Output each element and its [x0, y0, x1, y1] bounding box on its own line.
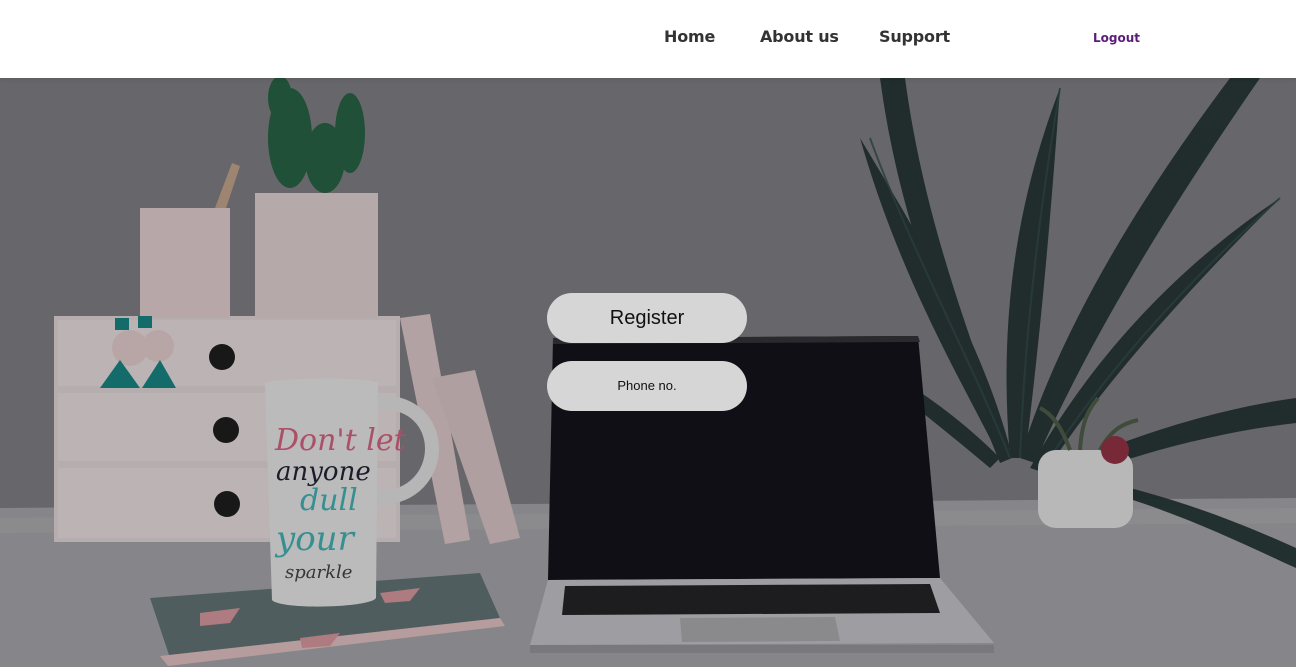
register-button[interactable]: Register: [547, 293, 747, 343]
nav-about-link[interactable]: About us: [760, 27, 839, 46]
logout-link[interactable]: Logout: [1093, 31, 1140, 45]
nav-home-link[interactable]: Home: [664, 27, 715, 46]
nav-support-link[interactable]: Support: [879, 27, 950, 46]
page: Home About us Support Logout Don't let a…: [0, 0, 1296, 667]
phone-number-button[interactable]: Phone no.: [547, 361, 747, 411]
top-navbar: Home About us Support Logout: [0, 0, 1296, 78]
